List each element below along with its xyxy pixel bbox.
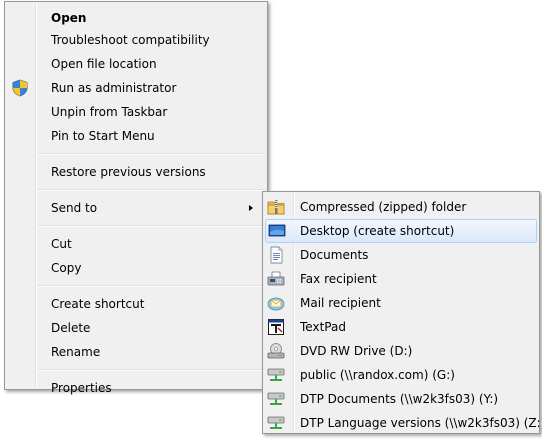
menu-item-label: Open [51, 11, 87, 25]
network-drive-icon [267, 366, 285, 384]
menu-item-send-to[interactable]: Send to [5, 196, 267, 220]
send-to-submenu: Compressed (zipped) folder Desktop (crea… [262, 191, 542, 435]
menu-item-create-shortcut[interactable]: Create shortcut [5, 292, 267, 316]
submenu-item-label: Compressed (zipped) folder [300, 200, 467, 214]
menu-item-label: Open file location [51, 57, 157, 71]
menu-separator [36, 369, 265, 371]
submenu-item-label: Desktop (create shortcut) [300, 224, 455, 238]
submenu-arrow-icon [249, 205, 253, 211]
submenu-item-label: Documents [300, 248, 369, 262]
menu-item-rename[interactable]: Rename [5, 340, 267, 364]
fax-icon [267, 270, 285, 288]
menu-item-delete[interactable]: Delete [5, 316, 267, 340]
menu-item-copy[interactable]: Copy [5, 256, 267, 280]
documents-icon [267, 246, 285, 264]
menu-item-label: Cut [51, 237, 72, 251]
desktop-icon [268, 222, 286, 240]
menu-item-label: Unpin from Taskbar [51, 105, 168, 119]
menu-item-label: Rename [51, 345, 101, 359]
send-to-dtp-language-versions-drive[interactable]: DTP Language versions (\\w2k3fs03) (Z:) [263, 411, 542, 435]
menu-item-label: Run as administrator [51, 81, 177, 95]
textpad-icon [267, 318, 285, 336]
send-to-dvd-rw-drive[interactable]: DVD RW Drive (D:) [263, 339, 539, 363]
send-to-compressed-folder[interactable]: Compressed (zipped) folder [263, 195, 539, 219]
menu-item-run-as-administrator[interactable]: Run as administrator [5, 76, 267, 100]
send-to-documents[interactable]: Documents [263, 243, 539, 267]
menu-item-cut[interactable]: Cut [5, 232, 267, 256]
menu-item-label: Send to [51, 201, 98, 215]
menu-item-label: Delete [51, 321, 91, 335]
submenu-item-label: Fax recipient [300, 272, 377, 286]
network-drive-icon [267, 414, 285, 432]
dvd-drive-icon [267, 342, 285, 360]
menu-item-properties[interactable]: Properties [5, 376, 267, 400]
submenu-item-label: DTP Documents (\\w2k3fs03) (Y:) [300, 392, 499, 406]
menu-item-open-file-location[interactable]: Open file location [5, 52, 267, 76]
menu-item-troubleshoot-compatibility[interactable]: Troubleshoot compatibility [5, 28, 267, 52]
menu-separator [36, 225, 265, 227]
send-to-public-drive[interactable]: public (\\randox.com) (G:) [263, 363, 539, 387]
send-to-textpad[interactable]: TextPad [263, 315, 539, 339]
menu-separator [36, 285, 265, 287]
menu-item-open[interactable]: Open [5, 8, 267, 28]
menu-item-restore-previous-versions[interactable]: Restore previous versions [5, 160, 267, 184]
send-to-fax-recipient[interactable]: Fax recipient [263, 267, 539, 291]
menu-item-label: Copy [51, 261, 82, 275]
uac-shield-icon [11, 79, 29, 97]
menu-separator [36, 189, 265, 191]
menu-item-label: Restore previous versions [51, 165, 206, 179]
menu-item-label: Troubleshoot compatibility [51, 33, 210, 47]
submenu-item-label: TextPad [300, 320, 346, 334]
menu-separator [36, 153, 265, 155]
menu-item-label: Properties [51, 381, 112, 395]
send-to-mail-recipient[interactable]: Mail recipient [263, 291, 539, 315]
submenu-item-label: DTP Language versions (\\w2k3fs03) (Z:) [300, 416, 542, 430]
mail-icon [267, 294, 285, 312]
menu-item-pin-to-start-menu[interactable]: Pin to Start Menu [5, 124, 267, 148]
submenu-item-label: DVD RW Drive (D:) [300, 344, 413, 358]
menu-item-label: Pin to Start Menu [51, 129, 155, 143]
network-drive-icon [267, 390, 285, 408]
submenu-item-label: public (\\randox.com) (G:) [300, 368, 455, 382]
context-menu: Open Troubleshoot compatibility Open fil… [4, 1, 268, 395]
submenu-item-label: Mail recipient [300, 296, 381, 310]
zip-folder-icon [267, 198, 285, 216]
send-to-dtp-documents-drive[interactable]: DTP Documents (\\w2k3fs03) (Y:) [263, 387, 539, 411]
menu-item-label: Create shortcut [51, 297, 145, 311]
send-to-desktop[interactable]: Desktop (create shortcut) [265, 219, 537, 243]
menu-item-unpin-from-taskbar[interactable]: Unpin from Taskbar [5, 100, 267, 124]
